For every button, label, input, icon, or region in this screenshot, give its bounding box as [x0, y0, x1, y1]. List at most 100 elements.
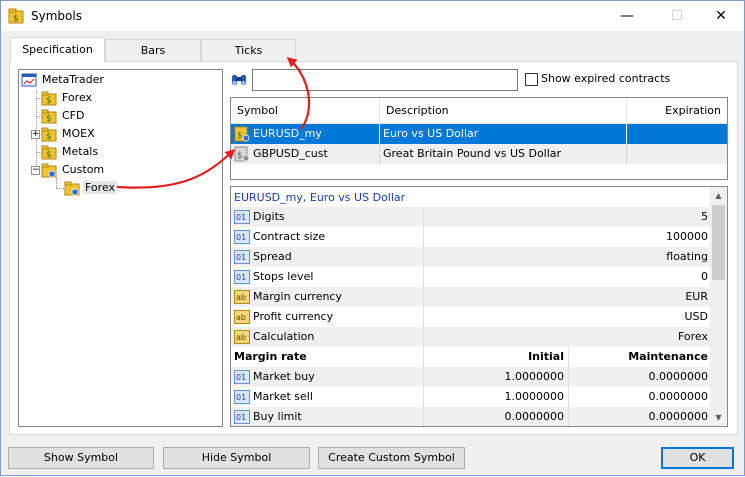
symbol-group-tree[interactable]: MetaTrader $ Forex $ CFD + $ MOEX $ Meta… — [18, 69, 223, 427]
symbols-table[interactable]: Symbol Description Expiration $ EURUSD_m… — [230, 97, 728, 180]
symbol-dollar-icon: $ — [234, 126, 250, 142]
tree-item-cfd[interactable]: $ CFD — [41, 107, 86, 125]
symbol-gear-icon: $ — [234, 146, 250, 162]
svg-text:01: 01 — [236, 213, 246, 222]
svg-text:$: $ — [237, 131, 243, 141]
column-header-expiration[interactable]: Expiration — [627, 98, 727, 124]
show-expired-checkbox-row[interactable]: Show expired contracts — [525, 72, 670, 88]
property-value: USD — [684, 310, 708, 323]
svg-text:01: 01 — [236, 393, 246, 402]
symbols-table-header: Symbol Description Expiration — [231, 98, 727, 124]
properties-scrollbar[interactable]: ▲ ▼ — [710, 187, 727, 426]
property-row[interactable]: 01 Contract size 100000 — [231, 227, 712, 247]
property-name: Contract size — [253, 230, 326, 243]
property-name: Spread — [253, 250, 292, 263]
tree-item-label: Custom — [62, 163, 105, 176]
svg-text:01: 01 — [236, 253, 246, 262]
margin-maintenance-value: 0.0000000 — [648, 370, 709, 383]
column-header-description[interactable]: Description — [380, 98, 627, 124]
scroll-down-icon[interactable]: ▼ — [710, 409, 727, 426]
svg-text:ab: ab — [236, 313, 246, 322]
svg-text:$: $ — [46, 132, 52, 142]
property-row[interactable]: ab Calculation Forex — [231, 327, 712, 347]
tree-item-label: Metals — [62, 145, 99, 158]
margin-maintenance-value: 0.0000000 — [648, 390, 709, 403]
tab-bars[interactable]: Bars — [105, 39, 201, 61]
folder-dollar-icon: $ — [41, 145, 57, 160]
title-bar: $ Symbols — ☐ ✕ — [1, 1, 744, 31]
margin-row[interactable]: 01 Buy limit 0.0000000 0.0000000 — [231, 407, 712, 426]
tree-item-moex[interactable]: $ MOEX — [41, 125, 97, 143]
numeric-property-icon: 01 — [234, 210, 250, 224]
scrollbar-thumb[interactable] — [712, 205, 725, 280]
symbol-search-input[interactable] — [252, 69, 518, 91]
show-expired-checkbox[interactable] — [525, 72, 538, 86]
svg-text:$: $ — [46, 150, 52, 160]
margin-row[interactable]: 01 Market buy 1.0000000 0.0000000 — [231, 367, 712, 387]
maximize-button[interactable]: ☐ — [654, 1, 700, 31]
column-header-symbol[interactable]: Symbol — [231, 98, 380, 124]
tab-specification[interactable]: Specification — [10, 37, 105, 62]
expiration-cell — [627, 124, 727, 144]
svg-text:ab: ab — [236, 333, 246, 342]
collapse-toggle-custom[interactable]: − — [31, 166, 40, 175]
margin-row[interactable]: 01 Market sell 1.0000000 0.0000000 — [231, 387, 712, 407]
symbols-window: $ Symbols — ☐ ✕ Specification Bars Ticks… — [0, 0, 745, 476]
tree-line — [56, 178, 57, 188]
tree-item-metatrader[interactable]: MetaTrader — [21, 71, 106, 89]
folder-gear-icon — [41, 163, 57, 178]
expand-toggle-moex[interactable]: + — [31, 130, 40, 139]
svg-text:01: 01 — [236, 273, 246, 282]
svg-text:01: 01 — [236, 233, 246, 242]
property-row[interactable]: 01 Stops level 0 — [231, 267, 712, 287]
terminal-icon — [21, 73, 37, 87]
property-row[interactable]: ab Profit currency USD — [231, 307, 712, 327]
tree-item-forex[interactable]: $ Forex — [41, 89, 94, 107]
ok-button[interactable]: OK — [661, 447, 734, 469]
symbol-cell: $ GBPUSD_cust — [231, 144, 380, 164]
symbol-properties-panel[interactable]: EURUSD_my, Euro vs US Dollar 01 Digits 5 … — [230, 186, 728, 427]
property-row[interactable]: 01 Spread floating — [231, 247, 712, 267]
binoculars-icon[interactable] — [231, 72, 247, 88]
tree-item-label: Forex — [62, 91, 93, 104]
property-value: Forex — [677, 330, 708, 343]
table-row[interactable]: $ EURUSD_my Euro vs US Dollar — [231, 124, 727, 144]
scroll-up-icon[interactable]: ▲ — [710, 187, 727, 204]
property-row[interactable]: ab Margin currency EUR — [231, 287, 712, 307]
property-value: 0 — [701, 270, 708, 283]
margin-row-name: Market sell — [253, 390, 313, 403]
tree-item-custom[interactable]: Custom — [41, 161, 106, 179]
property-value: 5 — [701, 210, 708, 223]
numeric-property-icon: 01 — [234, 410, 250, 424]
tree-item-label: MetaTrader — [42, 73, 104, 86]
minimize-button[interactable]: — — [604, 1, 650, 31]
property-row[interactable]: 01 Digits 5 — [231, 207, 712, 227]
symbol-name: EURUSD_my — [253, 127, 322, 140]
tab-ticks[interactable]: Ticks — [201, 39, 296, 61]
tree-item-label: MOEX — [62, 127, 95, 140]
property-name: Stops level — [253, 270, 314, 283]
margin-row-name: Market buy — [253, 370, 315, 383]
margin-initial-value: 1.0000000 — [504, 370, 565, 383]
folder-dollar-icon: $ — [41, 91, 57, 106]
numeric-property-icon: 01 — [234, 230, 250, 244]
margin-initial-value: 0.0000000 — [504, 410, 565, 423]
folder-dollar-icon: $ — [41, 109, 57, 124]
numeric-property-icon: 01 — [234, 390, 250, 404]
tree-item-custom-forex[interactable]: Forex — [64, 179, 118, 197]
text-property-icon: ab — [234, 290, 250, 304]
svg-text:$: $ — [46, 96, 52, 106]
create-custom-symbol-button[interactable]: Create Custom Symbol — [318, 447, 465, 469]
numeric-property-icon: 01 — [234, 370, 250, 384]
property-name: Calculation — [253, 330, 315, 343]
close-button[interactable]: ✕ — [698, 1, 744, 31]
text-property-icon: ab — [234, 310, 250, 324]
margin-row-name: Buy limit — [253, 410, 302, 423]
margin-rate-header: Margin rate — [234, 350, 307, 363]
tree-item-metals[interactable]: $ Metals — [41, 143, 100, 161]
symbol-name: GBPUSD_cust — [253, 147, 328, 160]
hide-symbol-button[interactable]: Hide Symbol — [163, 447, 310, 469]
show-symbol-button[interactable]: Show Symbol — [8, 447, 154, 469]
table-row[interactable]: $ GBPUSD_cust Great Britain Pound vs US … — [231, 144, 727, 164]
properties-title: EURUSD_my, Euro vs US Dollar — [234, 191, 406, 204]
